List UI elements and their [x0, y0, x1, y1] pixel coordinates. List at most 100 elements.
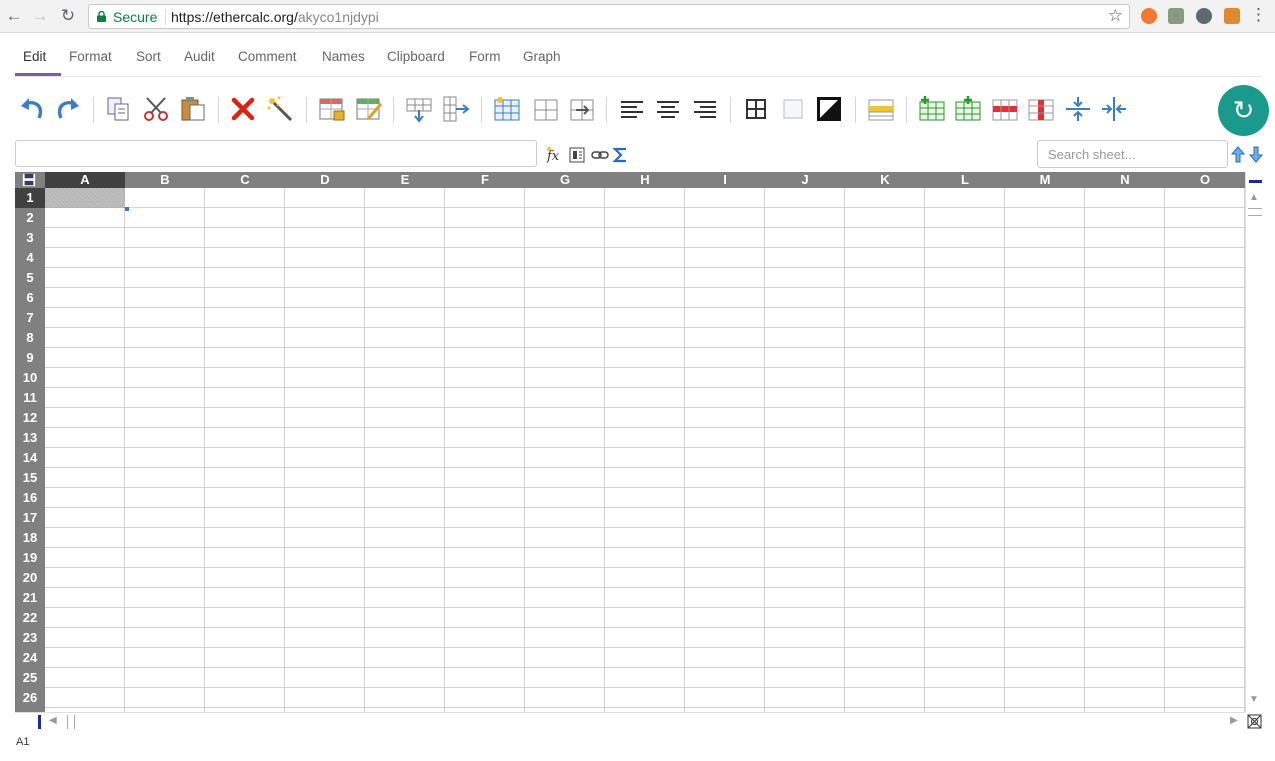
function-icon[interactable]: fx: [546, 146, 564, 164]
row-header-8[interactable]: 8: [15, 328, 45, 348]
tab-comment[interactable]: Comment: [238, 49, 297, 64]
align-right-icon[interactable]: [690, 94, 720, 124]
freeze-rows-icon[interactable]: [1063, 94, 1093, 124]
row-header-18[interactable]: 18: [15, 528, 45, 548]
url-text[interactable]: https://ethercalc.org/akyco1njdypi: [171, 9, 379, 25]
row-header-4[interactable]: 4: [15, 248, 45, 268]
insert-row-icon[interactable]: [404, 94, 434, 124]
save-corner[interactable]: [15, 172, 45, 188]
no-borders-icon[interactable]: [778, 94, 808, 124]
column-header-g[interactable]: G: [525, 172, 605, 188]
insert-column-after-icon[interactable]: [953, 94, 983, 124]
scroll-thumb[interactable]: [1248, 208, 1262, 216]
tab-format[interactable]: Format: [69, 49, 112, 64]
tab-clipboard[interactable]: Clipboard: [387, 49, 445, 64]
scroll-left-icon[interactable]: ◀: [49, 715, 57, 726]
selected-cell[interactable]: [45, 188, 125, 208]
row-header-16[interactable]: 16: [15, 488, 45, 508]
row-header-7[interactable]: 7: [15, 308, 45, 328]
row-header-15[interactable]: 15: [15, 468, 45, 488]
row-header-19[interactable]: 19: [15, 548, 45, 568]
save-icon[interactable]: [22, 173, 36, 187]
column-header-k[interactable]: K: [845, 172, 925, 188]
row-header-6[interactable]: 6: [15, 288, 45, 308]
reload-icon[interactable]: ↻: [58, 6, 78, 26]
unlock-cells-icon[interactable]: [354, 94, 384, 124]
formula-input[interactable]: [15, 140, 537, 167]
extension-icon[interactable]: [1141, 8, 1157, 24]
column-header-n[interactable]: N: [1085, 172, 1165, 188]
delete-column-icon[interactable]: [1026, 94, 1056, 124]
cut-icon[interactable]: [141, 94, 171, 124]
column-header-e[interactable]: E: [365, 172, 445, 188]
extension-icon[interactable]: [1224, 8, 1240, 24]
refresh-button[interactable]: ↻: [1218, 85, 1269, 136]
paste-formats-icon[interactable]: [265, 94, 295, 124]
row-header-22[interactable]: 22: [15, 608, 45, 628]
tab-names[interactable]: Names: [322, 49, 365, 64]
row-header-12[interactable]: 12: [15, 408, 45, 428]
link-icon[interactable]: [591, 146, 609, 164]
paste-icon[interactable]: [178, 94, 208, 124]
cell-area[interactable]: [45, 188, 1245, 712]
search-up-icon[interactable]: [1230, 146, 1246, 163]
tab-edit[interactable]: Edit: [23, 49, 46, 64]
column-header-h[interactable]: H: [605, 172, 685, 188]
column-header-i[interactable]: I: [685, 172, 765, 188]
tab-audit[interactable]: Audit: [184, 49, 215, 64]
row-header-26[interactable]: 26: [15, 688, 45, 708]
browser-menu-icon[interactable]: ⋮: [1250, 5, 1267, 25]
sum-icon[interactable]: [612, 146, 630, 164]
row-header-9[interactable]: 9: [15, 348, 45, 368]
delete-icon[interactable]: [228, 94, 258, 124]
fill-color-icon[interactable]: [866, 94, 896, 124]
borders-icon[interactable]: [741, 94, 771, 124]
copy-icon[interactable]: [104, 94, 134, 124]
row-header-14[interactable]: 14: [15, 448, 45, 468]
row-header-2[interactable]: 2: [15, 208, 45, 228]
spreadsheet-grid[interactable]: ABCDEFGHIJKLMNO 1 2 3 4 5 6 7 8 9 10 11 12 13 14 15 16 1…: [15, 172, 1246, 712]
bookmark-star-icon[interactable]: ☆: [1108, 6, 1123, 26]
fill-right-icon[interactable]: [567, 94, 597, 124]
unmerge-icon[interactable]: [531, 94, 561, 124]
row-header-5[interactable]: 5: [15, 268, 45, 288]
row-header-25[interactable]: 25: [15, 668, 45, 688]
forward-icon[interactable]: →: [30, 6, 50, 26]
row-header-24[interactable]: 24: [15, 648, 45, 668]
column-header-f[interactable]: F: [445, 172, 525, 188]
column-header-a[interactable]: A: [45, 172, 125, 188]
column-header-l[interactable]: L: [925, 172, 1005, 188]
column-header-o[interactable]: O: [1165, 172, 1245, 188]
row-header-3[interactable]: 3: [15, 228, 45, 248]
lock-cells-icon[interactable]: [317, 94, 347, 124]
column-header-c[interactable]: C: [205, 172, 285, 188]
column-header-d[interactable]: D: [285, 172, 365, 188]
scroll-up-icon[interactable]: ▲: [1249, 192, 1259, 203]
extension-icon[interactable]: [1168, 8, 1184, 24]
scroll-down-icon[interactable]: ▼: [1249, 694, 1259, 705]
align-left-icon[interactable]: [617, 94, 647, 124]
redo-icon[interactable]: [53, 94, 83, 124]
freeze-columns-icon[interactable]: [1099, 94, 1129, 124]
merge-cells-icon[interactable]: [492, 94, 522, 124]
row-header-13[interactable]: 13: [15, 428, 45, 448]
insert-row-after-icon[interactable]: [917, 94, 947, 124]
back-icon[interactable]: ←: [4, 6, 24, 26]
scroll-right-icon[interactable]: ▶: [1230, 715, 1238, 726]
align-center-icon[interactable]: [653, 94, 683, 124]
column-header-m[interactable]: M: [1005, 172, 1085, 188]
address-bar[interactable]: Secure https://ethercalc.org/akyco1njdyp…: [88, 4, 1130, 29]
insert-column-icon[interactable]: [441, 94, 471, 124]
scroll-thumb[interactable]: [67, 715, 75, 729]
row-header-20[interactable]: 20: [15, 568, 45, 588]
extension-icon[interactable]: [1196, 8, 1212, 24]
row-header-10[interactable]: 10: [15, 368, 45, 388]
undo-icon[interactable]: [17, 94, 47, 124]
fill-handle[interactable]: [125, 207, 129, 211]
row-header-21[interactable]: 21: [15, 588, 45, 608]
column-header-b[interactable]: B: [125, 172, 205, 188]
row-header-23[interactable]: 23: [15, 628, 45, 648]
delete-row-icon[interactable]: [990, 94, 1020, 124]
resize-corner-icon[interactable]: [1247, 714, 1262, 729]
pane-splitter-icon[interactable]: [1249, 180, 1262, 183]
